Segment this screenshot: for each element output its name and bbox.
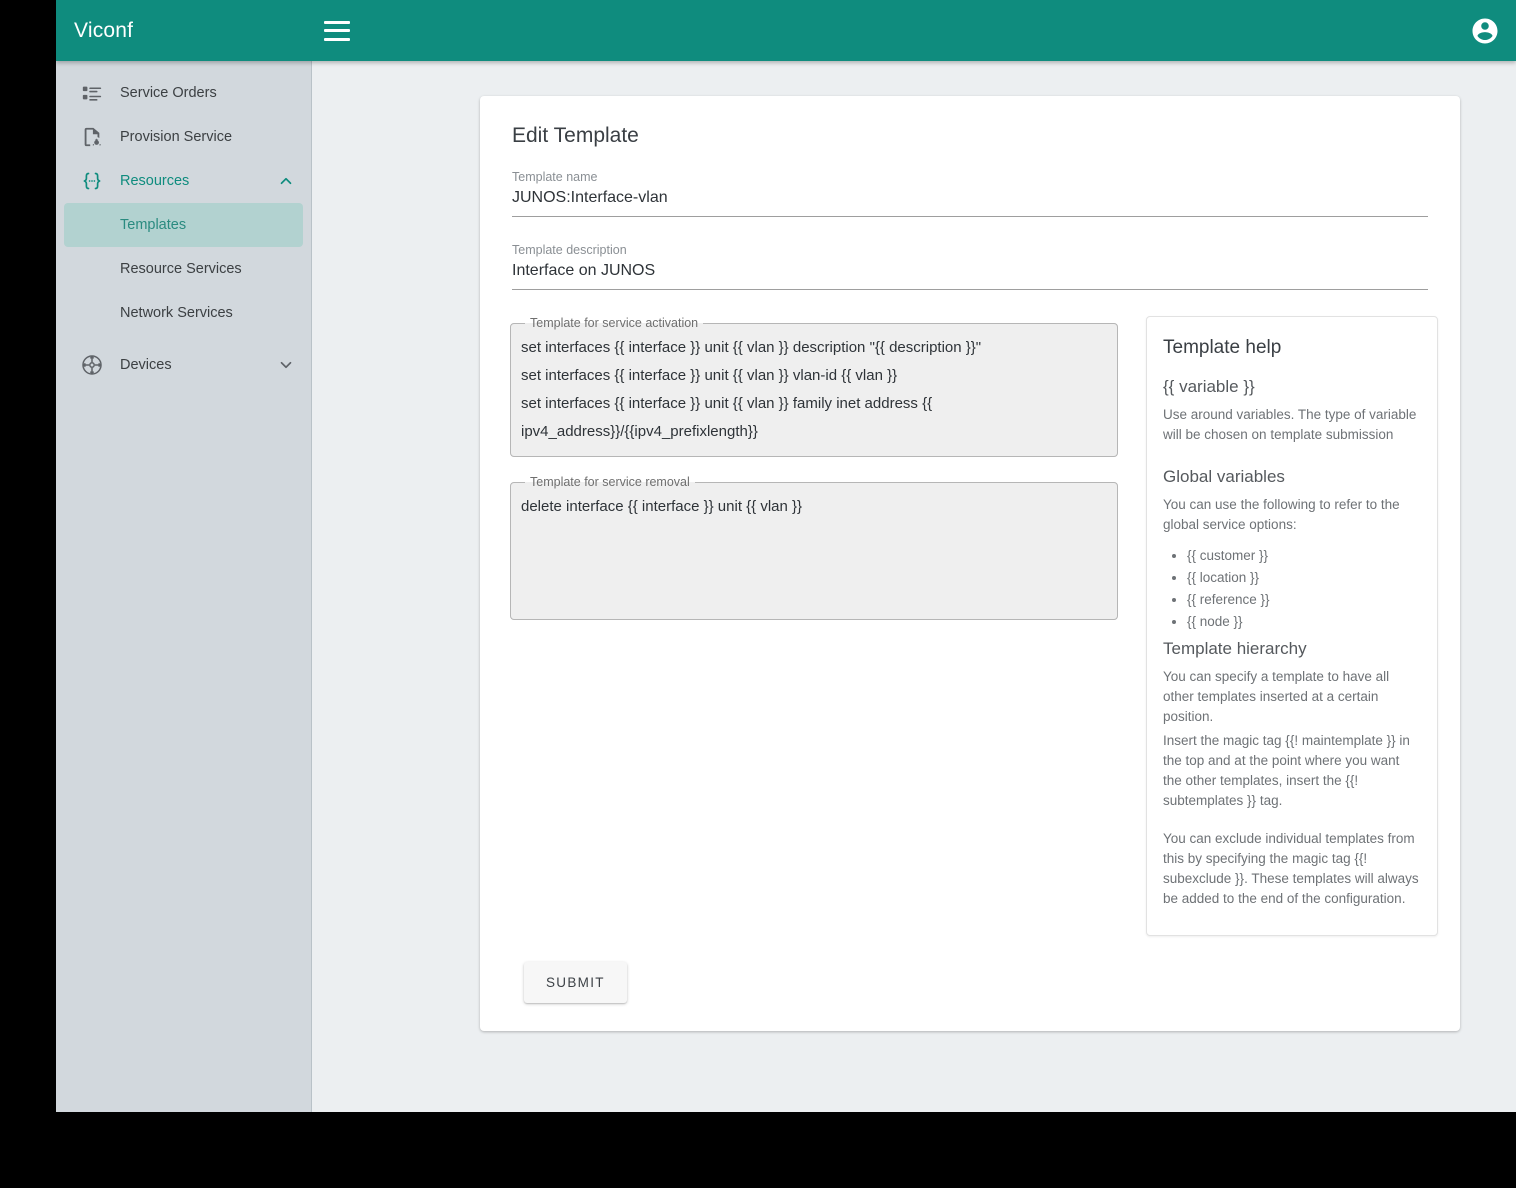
service-activation-textarea[interactable]: set interfaces {{ interface }} unit {{ v… [521, 334, 1107, 446]
sidebar-group-resources[interactable]: Resources [64, 159, 303, 203]
service-removal-legend: Template for service removal [525, 475, 695, 489]
service-activation-fieldset: Template for service activation set inte… [510, 316, 1118, 457]
devices-hub-icon [64, 353, 120, 377]
sidebar-item-label: Service Orders [120, 85, 303, 101]
template-name-field: Template name JUNOS:Interface-vlan [512, 170, 1428, 217]
template-name-label: Template name [512, 170, 1428, 184]
top-app-bar: Viconf [56, 0, 1516, 61]
sidebar-item-network-services[interactable]: Network Services [64, 291, 303, 335]
service-activation-legend: Template for service activation [525, 316, 703, 330]
template-description-field: Template description Interface on JUNOS [512, 243, 1428, 290]
list-icon [64, 82, 120, 104]
template-help-column: Template help {{ variable }} Use around … [1146, 316, 1438, 936]
template-description-label: Template description [512, 243, 1428, 257]
sidebar-item-label: Provision Service [120, 129, 303, 145]
list-item: {{ node }} [1187, 611, 1419, 633]
sidebar-item-service-orders[interactable]: Service Orders [64, 71, 303, 115]
hamburger-icon[interactable] [324, 21, 350, 41]
application-viewport: Viconf Service Orders [56, 0, 1516, 1112]
sidebar-item-label: Resource Services [120, 261, 303, 277]
editor-and-help-columns: Template for service activation set inte… [510, 316, 1430, 936]
help-hierarchy-heading: Template hierarchy [1163, 639, 1419, 659]
list-item: {{ customer }} [1187, 545, 1419, 567]
submit-row: SUBMIT [524, 962, 1430, 1003]
sidebar-item-label: Network Services [120, 305, 303, 321]
sidebar-group-label: Resources [120, 173, 269, 189]
template-editor-column: Template for service activation set inte… [510, 316, 1118, 638]
list-item: {{ location }} [1187, 567, 1419, 589]
edit-template-card: Edit Template Template name JUNOS:Interf… [480, 96, 1460, 1031]
help-title: Template help [1163, 337, 1419, 359]
sidebar-item-resource-services[interactable]: Resource Services [64, 247, 303, 291]
template-description-input[interactable]: Interface on JUNOS [512, 262, 1428, 290]
help-hierarchy-text-3: You can exclude individual templates fro… [1163, 829, 1419, 909]
sidebar-group-devices[interactable]: Devices [64, 343, 303, 387]
page-title: Edit Template [512, 124, 1430, 148]
sidebar-group-label: Devices [120, 357, 269, 373]
help-global-text: You can use the following to refer to th… [1163, 495, 1419, 535]
sidebar-item-label: Templates [120, 217, 303, 233]
sidebar-navigation: Service Orders Provision Service [56, 61, 312, 1112]
list-item: {{ reference }} [1187, 589, 1419, 611]
chevron-up-icon[interactable] [269, 172, 303, 190]
help-variable-heading: {{ variable }} [1163, 377, 1419, 397]
sidebar-item-templates[interactable]: Templates [64, 203, 303, 247]
service-removal-textarea[interactable]: delete interface {{ interface }} unit {{… [521, 493, 1107, 605]
main-content-area: Edit Template Template name JUNOS:Interf… [312, 61, 1516, 1112]
help-hierarchy-text-1: You can specify a template to have all o… [1163, 667, 1419, 727]
curly-braces-icon [64, 169, 120, 193]
template-name-input[interactable]: JUNOS:Interface-vlan [512, 189, 1428, 217]
service-removal-fieldset: Template for service removal delete inte… [510, 475, 1118, 620]
app-brand-title: Viconf [56, 19, 312, 43]
template-help-panel: Template help {{ variable }} Use around … [1146, 316, 1438, 936]
account-circle-icon[interactable] [1470, 16, 1500, 46]
file-cog-icon [64, 126, 120, 148]
help-global-heading: Global variables [1163, 467, 1419, 487]
sidebar-item-provision-service[interactable]: Provision Service [64, 115, 303, 159]
chevron-down-icon[interactable] [269, 356, 303, 374]
help-global-variable-list: {{ customer }} {{ location }} {{ referen… [1163, 545, 1419, 633]
submit-button[interactable]: SUBMIT [524, 962, 627, 1003]
help-hierarchy-text-2: Insert the magic tag {{! maintemplate }}… [1163, 731, 1419, 811]
help-variable-text: Use around variables. The type of variab… [1163, 405, 1419, 445]
